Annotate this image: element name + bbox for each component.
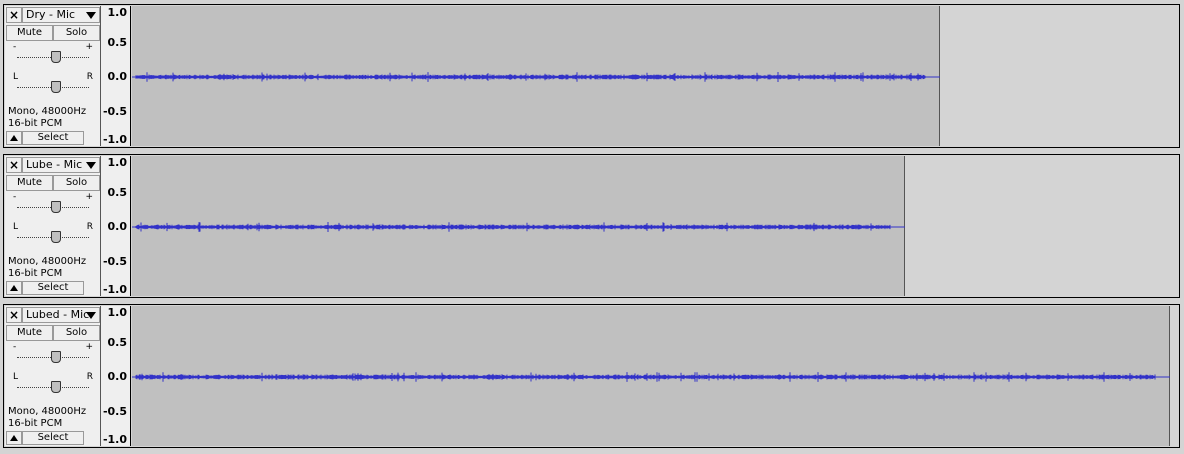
audio-track[interactable]: × Lube - Mic Mute Solo - + L R Mono, 480… [3,154,1180,298]
gain-plus-label: + [85,42,93,52]
audio-track[interactable]: × Dry - Mic Mute Solo - + L R Mono, 4800… [3,4,1180,148]
track-control-panel[interactable]: × Lube - Mic Mute Solo - + L R Mono, 480… [5,156,101,296]
track-name: Lube - Mic [26,158,83,171]
scale-label: 0.5 [107,186,128,199]
gain-plus-label: + [85,342,93,352]
gain-minus-label: - [13,342,17,352]
sample-format: 16-bit PCM [8,118,63,129]
mute-button[interactable]: Mute [6,325,53,341]
track-info: Mono, 48000Hz 16-bit PCM [8,256,86,280]
gain-plus-label: + [85,192,93,202]
waveform [132,372,1170,382]
gain-slider[interactable]: - + [13,42,93,64]
close-icon: × [8,158,20,172]
slider-thumb[interactable] [51,201,61,213]
slider-thumb[interactable] [51,231,61,243]
mute-button[interactable]: Mute [6,25,53,41]
close-track-button[interactable]: × [6,157,22,173]
waveform [132,72,940,82]
scale-label: 1.0 [107,156,128,169]
select-button[interactable]: Select [22,281,84,295]
sample-rate: Mono, 48000Hz [8,256,87,267]
pan-right-label: R [86,72,93,82]
collapse-track-button[interactable] [6,431,22,445]
slider-thumb[interactable] [51,351,61,363]
solo-button[interactable]: Solo [53,25,100,41]
scale-label: 0.5 [107,36,128,49]
scale-label: -1.0 [102,133,127,146]
mute-button[interactable]: Mute [6,175,53,191]
chevron-down-icon [86,12,96,19]
track-name: Dry - Mic [26,8,76,21]
track-name: Lubed - Mic [26,308,90,321]
scale-label: 0.0 [107,370,128,383]
track-control-panel[interactable]: × Dry - Mic Mute Solo - + L R Mono, 4800… [5,6,101,146]
amplitude-ruler: 1.0 0.5 0.0 -0.5 -1.0 [101,156,131,296]
track-name-menu[interactable]: Lube - Mic [22,157,100,173]
audio-clip[interactable] [132,6,940,146]
pan-left-label: L [13,372,19,382]
amplitude-ruler: 1.0 0.5 0.0 -0.5 -1.0 [101,306,131,446]
scale-label: -1.0 [102,283,127,296]
scale-label: 1.0 [107,6,128,19]
sample-rate: Mono, 48000Hz [8,406,87,417]
scale-label: -0.5 [102,105,127,118]
sample-rate: Mono, 48000Hz [8,106,87,117]
scale-label: -1.0 [102,433,127,446]
track-info: Mono, 48000Hz 16-bit PCM [8,106,86,130]
scale-label: 0.0 [107,70,128,83]
scale-label: -0.5 [102,405,127,418]
sample-format: 16-bit PCM [8,268,63,279]
collapse-track-button[interactable] [6,131,22,145]
slider-thumb[interactable] [51,381,61,393]
pan-left-label: L [13,72,19,82]
chevron-down-icon [86,312,96,319]
waveform [132,222,905,232]
close-icon: × [8,308,20,322]
amplitude-ruler: 1.0 0.5 0.0 -0.5 -1.0 [101,6,131,146]
audio-track[interactable]: × Lubed - Mic Mute Solo - + L R Mono, 48… [3,304,1180,448]
pan-slider[interactable]: L R [13,222,93,244]
track-info: Mono, 48000Hz 16-bit PCM [8,406,86,430]
scale-label: 0.0 [107,220,128,233]
solo-button[interactable]: Solo [53,325,100,341]
select-button[interactable]: Select [22,131,84,145]
close-icon: × [8,8,20,22]
gain-minus-label: - [13,42,17,52]
gain-slider[interactable]: - + [13,342,93,364]
track-name-menu[interactable]: Dry - Mic [22,7,100,23]
solo-button[interactable]: Solo [53,175,100,191]
scale-label: 0.5 [107,336,128,349]
select-button[interactable]: Select [22,431,84,445]
track-control-panel[interactable]: × Lubed - Mic Mute Solo - + L R Mono, 48… [5,306,101,446]
scale-label: 1.0 [107,306,128,319]
audio-clip[interactable] [132,306,1170,446]
close-track-button[interactable]: × [6,307,22,323]
gain-minus-label: - [13,192,17,202]
pan-right-label: R [86,222,93,232]
gain-slider[interactable]: - + [13,192,93,214]
pan-slider[interactable]: L R [13,72,93,94]
pan-slider[interactable]: L R [13,372,93,394]
slider-thumb[interactable] [51,81,61,93]
audio-clip[interactable] [132,156,905,296]
track-name-menu[interactable]: Lubed - Mic [22,307,100,323]
sample-format: 16-bit PCM [8,418,63,429]
close-track-button[interactable]: × [6,7,22,23]
chevron-down-icon [86,162,96,169]
collapse-track-button[interactable] [6,281,22,295]
slider-thumb[interactable] [51,51,61,63]
pan-right-label: R [86,372,93,382]
pan-left-label: L [13,222,19,232]
scale-label: -0.5 [102,255,127,268]
